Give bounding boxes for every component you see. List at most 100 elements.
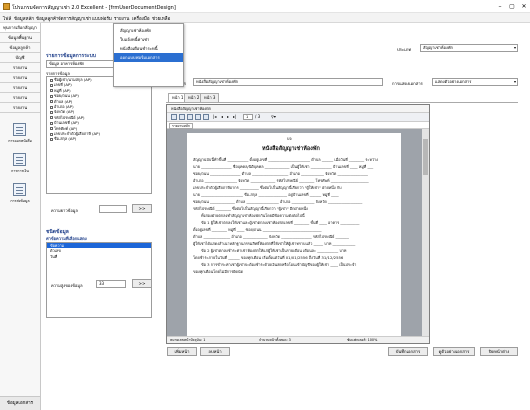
menu-customers[interactable]: ข้อมูลลูกค้า [36,15,59,22]
document-line: ข้อ 3 การชำระค่าเช่าผู้เช่าจะต้องชำระด้ว… [201,262,357,267]
nav-item-reports[interactable]: รายงาน [0,63,40,73]
document-line: ซอย/ถนน ________________ ตำบล __________… [193,171,368,176]
preview-document-button[interactable]: ดูตัวอย่างเอกสาร [433,347,475,356]
nav-item-contract-select[interactable]: ทุนการเลือกสัญญา [0,23,40,33]
list-item[interactable]: วันที่ [47,254,151,259]
menu-item-rental-contract[interactable]: สัญญาเช่าห้องพัก [114,26,183,35]
chevron-down-icon: ▾ [513,79,516,84]
menu-forms[interactable]: แบบฟอร์ม [92,15,112,22]
search-icon[interactable] [203,114,209,120]
status-zoom: ซัมแฟกเตอร์: 100% [347,338,378,342]
status-current-page: หมายเลขหน้าปัจจุบัน: 1 [170,338,206,342]
menu-reports[interactable]: รายงาน [114,15,129,22]
list-item[interactable]: ชื่อ-สกุล (AP) [47,136,151,141]
nav-item-reports[interactable]: รายงาน [0,93,40,103]
viewer-toolbar: |◂ ◂ ▸ ▸| 1 / 3 ⚲▾ [167,113,429,122]
document-scrollbar[interactable] [422,129,429,336]
data-length-input[interactable] [99,205,127,213]
document-line: ตำบล ______________ อำเภอ _____________ … [193,234,349,239]
display-mode-value: แสดงตัวอย่างเอกสาร [435,79,472,84]
apply-height-button[interactable]: >> [132,279,152,288]
display-mode-combo[interactable]: แสดงตัวอย่างเอกสาร ▾ [432,78,518,86]
category-combo[interactable]: สัญญาเช่าห้องพัก ▾ [420,44,518,52]
data-type-subheading: ค่าข้อความที่เลือกแสดง [46,236,87,241]
scrollbar-thumb[interactable] [423,139,428,175]
menu-help[interactable]: ช่วยเหลือ [152,15,170,22]
nav-item-customers[interactable]: ข้อมูลลูกค้า [0,43,40,53]
nav-item-reports[interactable]: รายงาน [0,83,40,93]
forms-menu-dropdown: สัญญาเช่าห้องพัก ใบแจ้งหนี้ค่าเช่า หนังส… [113,23,184,87]
document-name-input[interactable]: หนังสือสัญญาเช่าห้องพัก [193,78,383,86]
document-title: หนังสือสัญญาเช่าห้องพัก [262,146,320,152]
zoom-icon[interactable]: ⚲▾ [271,114,276,119]
document-line: ของทุกเดือนโดยไม่มีการผิดนัด [193,269,244,274]
tab-divider [166,102,518,103]
document-line: นาย ________________ ชื่อบุคคล/นิติบุคคล… [193,164,374,169]
menu-file[interactable]: ไฟล์ [3,15,11,22]
document-line: รหัสไปรษณีย์ ________ ซึ่งต่อไปในสัญญานี… [193,206,308,211]
document-line: ซอย/ถนน _____________ ตำบล _____________… [193,199,363,204]
menu-item-reminder[interactable]: หนังสือเตือนชำระหนี้ [114,44,183,53]
first-page-icon[interactable]: |◂ [213,114,216,119]
menu-bar: ไฟล์ ข้อมูลหลัก ข้อมูลลูกค้า จัดการสัญญา… [0,13,530,23]
document-page: บจ หนังสือสัญญาเช่าห้องพัก สัญญาฉบับนี้ท… [187,133,401,336]
tab-page-3[interactable]: หน้า 3 [200,93,220,102]
print-icon[interactable] [179,114,185,120]
menu-item-invoice[interactable]: ใบแจ้งหนี้ค่าเช่า [114,35,183,44]
delete-page-button[interactable]: ลบหน้า [200,347,230,356]
document-line: ข้อ 1 ผู้ให้เช่าตกลงให้เช่าและผู้เช่าตกล… [201,220,360,225]
document-line: ข้อ 2 ผู้เช่าตกลงชำระค่าเช่าห้องพักให้แก… [201,248,347,253]
page-number-input[interactable]: 1 [243,114,253,120]
refresh-icon[interactable] [187,114,193,120]
close-icon[interactable]: ✕ [519,3,529,10]
nav-icon-label: การการเงิน [11,169,29,173]
document-icon[interactable] [13,123,26,136]
field-panel-heading: รายการข้อมูลการระบบ [46,53,96,59]
document-line: ตั้งอยู่เลขที่ ________ หมู่ที่ ____ ซอย… [193,227,322,232]
toggle-tree-icon[interactable] [195,114,201,120]
document-line: เลขประจำตัวผู้เสียภาษีอากร __________ ซึ… [193,185,342,190]
document-line: อำเภอ _________________ จังหวัด ________… [193,178,369,183]
viewer-tabs: รายงานหลัก [167,122,429,129]
nav-item-reports[interactable]: รายงาน [0,103,40,113]
add-field-button[interactable]: >> [132,204,152,213]
maximize-icon[interactable]: ▢ [507,3,517,10]
category-value: สัญญาเช่าห้องพัก [423,45,453,50]
field-height-input[interactable]: 33 [96,280,126,288]
menu-item-design-form[interactable]: ออกแบบฟอร์มเอกสาร [114,53,183,62]
document-header: บจ [287,136,292,141]
field-list[interactable]: ชื่อผู้เช่า/นามสกุล (AP) เลขที่ (AP) หมู… [46,76,152,194]
next-page-icon[interactable]: ▸ [227,114,229,119]
nav-item-reports[interactable]: รายงาน [0,73,40,83]
menu-contracts[interactable]: จัดการสัญญาเช่า [58,15,91,22]
document-line: นาย ______________________ ชื่อ-สกุล ___… [193,192,339,197]
nav-icon-label: การออกหนังสือ [8,139,32,143]
category-label: ประเภท [397,47,412,52]
prev-page-icon[interactable]: ◂ [221,114,223,119]
viewer-status-bar: หมายเลขหน้าปัจจุบัน: 1 จำนวนหน้าทั้งหมด:… [167,336,429,343]
window-title: โปรแกรมจัดการสัญญาเช่า 2.0 Excellent - [… [12,5,176,11]
minimize-icon[interactable]: – [495,3,505,10]
menu-master-data[interactable]: ข้อมูลหลัก [14,15,34,22]
save-document-button[interactable]: บันทึกเอกสาร [388,347,428,356]
close-window-button[interactable]: ปิดหน้าต่าง [480,347,518,356]
status-total-pages: จำนวนหน้าทั้งหมด: 3 [259,338,291,342]
display-mode-label: การแสดงเอกสาร [392,81,423,86]
document-line: สัญญาฉบับนี้ทำขึ้นที่ ___________ ตั้งอย… [193,157,379,162]
nav-item-basic-data[interactable]: ข้อมูลพื้นฐาน [0,33,40,43]
summary-icon[interactable] [13,153,26,166]
last-page-icon[interactable]: ▸| [233,114,236,119]
field-height-label: ความสูงของข้อมูล [51,283,83,288]
field-panel: รายการข้อมูลการระบบ ข้อมูล อาคารห้องพัก … [44,52,156,362]
nav-item-accounts[interactable]: บัญชี [0,53,40,63]
viewer-title: หนังสือสัญญาเช่าห้องพัก [167,105,429,113]
document-line: ทั้งสองฝ่ายตกลงทำสัญญาเช่าห้องพักกันโดยม… [201,213,305,218]
left-navigation: ทุนการเลือกสัญญา ข้อมูลพื้นฐาน ข้อมูลลูก… [0,23,41,410]
add-page-button[interactable]: เพิ่มหน้า [167,347,197,356]
document-line: โดยชำระภายในวันที่ ______ ของทุกเดือน เร… [193,255,344,260]
nav-bottom-documents[interactable]: ข้อมูลเอกสาร [0,396,40,410]
page-total: / 3 [255,114,261,119]
report-icon[interactable] [13,183,26,196]
menu-tools[interactable]: เครื่องมือ [132,15,150,22]
export-icon[interactable] [171,114,177,120]
